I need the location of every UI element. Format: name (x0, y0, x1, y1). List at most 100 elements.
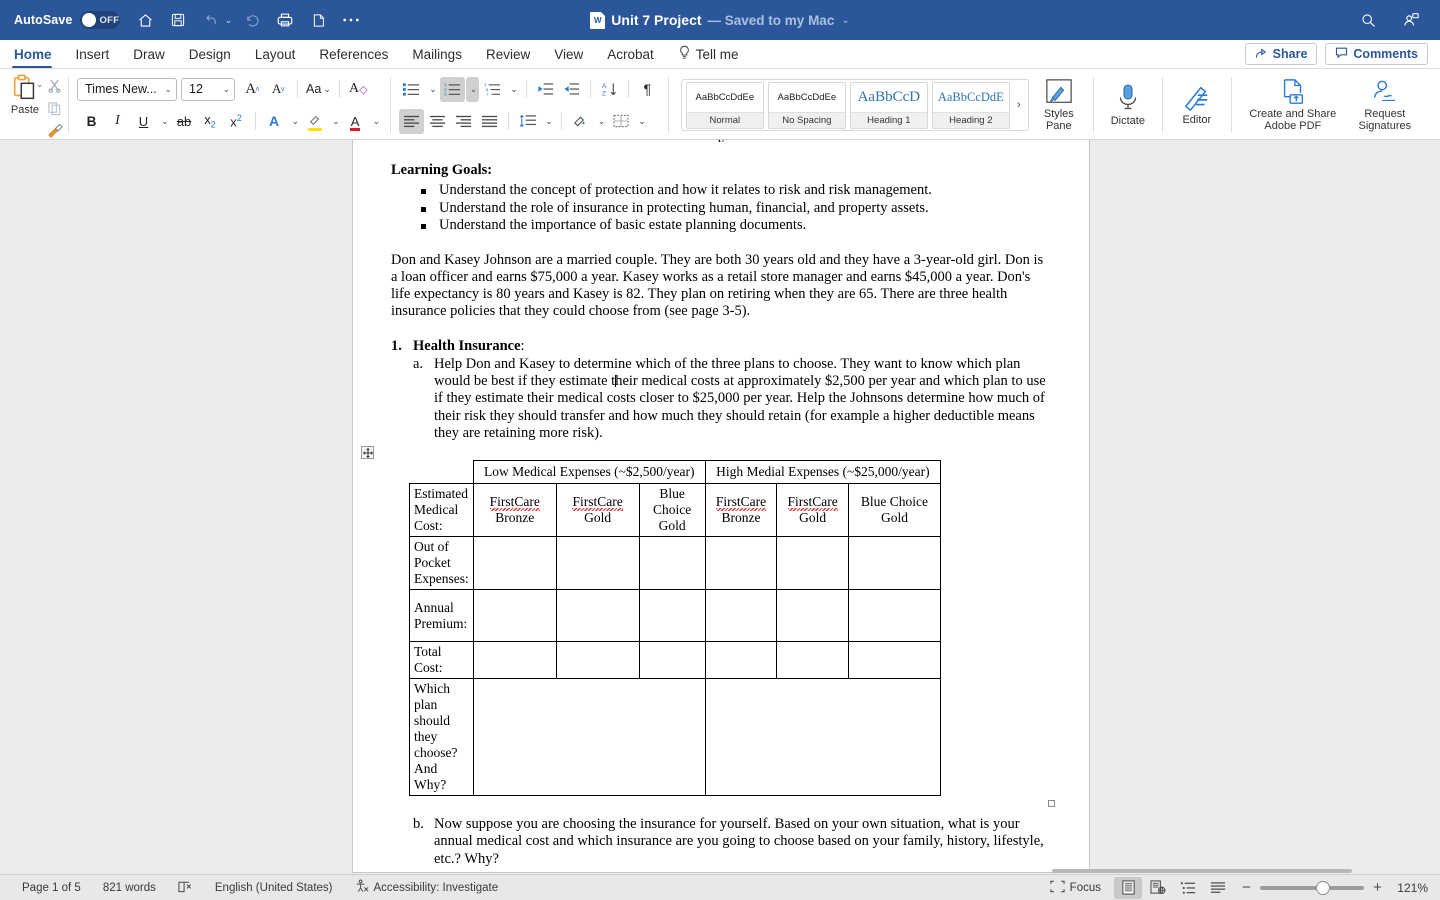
table-cell-answer-high[interactable] (704, 678, 942, 797)
table-cell-row-label-which-plan[interactable]: Which plan should they choose? And Why? (409, 678, 474, 797)
tab-review[interactable]: Review (474, 40, 542, 68)
tell-me-search[interactable]: Tell me (666, 40, 751, 68)
outline-view-button[interactable] (1174, 877, 1202, 899)
tab-insert[interactable]: Insert (64, 40, 122, 68)
highlight-dropdown-icon[interactable]: ⌄ (328, 109, 342, 134)
search-icon[interactable] (1353, 5, 1383, 35)
styles-gallery-more-icon[interactable]: › (1012, 99, 1026, 111)
page-indicator[interactable]: Page 1 of 5 (0, 882, 92, 894)
subscript-button[interactable]: x2 (198, 109, 223, 134)
table-cell-data[interactable] (638, 641, 706, 680)
text-effects-button[interactable]: A (262, 109, 287, 134)
text-effects-dropdown-icon[interactable]: ⌄ (288, 109, 302, 134)
comments-button[interactable]: Comments (1325, 43, 1428, 65)
font-color-dropdown-icon[interactable]: ⌄ (369, 109, 383, 134)
language-indicator[interactable]: English (United States) (204, 882, 344, 894)
table-cell-header-blue-choice-gold-low[interactable]: Blue Choice Gold (638, 483, 706, 538)
shading-button[interactable] (568, 109, 593, 134)
dictate-button[interactable]: Dictate (1102, 81, 1154, 129)
horizontal-scrollbar-thumb[interactable] (1052, 869, 1352, 873)
zoom-in-button[interactable]: + (1371, 879, 1384, 896)
paste-dropdown-icon[interactable]: ⌄ (36, 79, 44, 90)
tab-draw[interactable]: Draw (121, 40, 177, 68)
vertical-scrollbar[interactable] (1429, 140, 1440, 874)
request-signatures-button[interactable]: Request Signatures (1346, 76, 1424, 134)
copy-icon[interactable] (44, 98, 66, 118)
borders-dropdown-icon[interactable]: ⌄ (634, 109, 648, 134)
save-icon[interactable] (163, 5, 193, 35)
numbered-dropdown-icon[interactable]: ⌄ (465, 76, 480, 102)
table-cell-data[interactable] (555, 589, 640, 643)
style-heading-2[interactable]: AaBbCcDdE Heading 2 (931, 81, 1010, 129)
table-cell-data[interactable] (776, 536, 849, 591)
share-button[interactable]: Share (1244, 43, 1318, 65)
borders-button[interactable] (608, 109, 633, 134)
zoom-level-label[interactable]: 121% (1392, 881, 1428, 895)
tab-home[interactable]: Home (0, 40, 64, 68)
underline-button[interactable]: U (131, 109, 156, 134)
print-icon[interactable] (270, 5, 300, 35)
new-document-icon[interactable] (303, 5, 333, 35)
table-cell-header-firstcare-bronze-high[interactable]: FirstCare Bronze (704, 483, 778, 538)
table-cell-data[interactable] (704, 641, 778, 680)
save-state-dropdown-icon[interactable]: ⌄ (841, 15, 849, 26)
table-move-handle[interactable] (361, 446, 374, 460)
zoom-out-button[interactable]: − (1240, 879, 1253, 896)
multilevel-list-button[interactable]: 1ai (480, 77, 505, 102)
table-resize-handle[interactable] (1048, 800, 1055, 808)
numbered-list-button[interactable]: 123 (439, 76, 465, 102)
table-cell-group-low[interactable]: Low Medical Expenses (~$2,500/year) (472, 460, 706, 485)
table-cell-row-label-out-of-pocket[interactable]: Out of Pocket Expenses: (409, 536, 474, 591)
table-cell-header-firstcare-gold-high[interactable]: FirstCare Gold (776, 483, 849, 538)
strikethrough-button[interactable]: ab (172, 109, 197, 134)
table-cell-data[interactable] (638, 536, 706, 591)
redo-icon[interactable] (237, 5, 267, 35)
styles-pane-button[interactable]: Styles Pane (1033, 76, 1085, 134)
table-cell-data[interactable] (776, 641, 849, 680)
shading-dropdown-icon[interactable]: ⌄ (594, 109, 608, 134)
tab-references[interactable]: References (307, 40, 400, 68)
sort-button[interactable]: AZ (597, 77, 622, 102)
table-cell-header-firstcare-bronze-low[interactable]: FirstCare Bronze (472, 483, 557, 538)
table-cell-header-blue-choice-gold-high[interactable]: Blue Choice Gold (847, 483, 942, 538)
format-painter-icon[interactable] (44, 121, 66, 141)
collaborate-icon[interactable] (1396, 5, 1426, 35)
table-cell-data[interactable] (555, 536, 640, 591)
font-size-selector[interactable]: 12 ⌄ (181, 77, 235, 101)
print-layout-view-button[interactable] (1114, 876, 1142, 899)
bold-button[interactable]: B (79, 109, 104, 134)
table-cell-row-label-annual-premium[interactable]: Annual Premium: (409, 589, 474, 643)
table-cell-header-firstcare-gold-low[interactable]: FirstCare Gold (555, 483, 640, 538)
home-icon[interactable] (130, 5, 160, 35)
superscript-button[interactable]: x2 (224, 109, 249, 134)
table-cell-data[interactable] (704, 589, 778, 643)
style-heading-1[interactable]: AaBbCcD Heading 1 (849, 81, 928, 129)
table-cell-empty[interactable] (410, 461, 474, 484)
tab-design[interactable]: Design (177, 40, 243, 68)
paste-button[interactable]: Paste (10, 71, 40, 116)
proofing-status[interactable] (167, 880, 204, 896)
editor-button[interactable]: Editor (1171, 82, 1223, 128)
multilevel-dropdown-icon[interactable]: ⌄ (506, 77, 520, 102)
bullet-list-button[interactable] (399, 77, 424, 102)
decrease-indent-button[interactable] (533, 77, 558, 102)
show-formatting-marks-button[interactable]: ¶ (635, 77, 660, 102)
shrink-font-button[interactable]: A ˅ (266, 77, 291, 102)
table-cell-data[interactable] (638, 589, 706, 643)
table-cell-data[interactable] (472, 589, 557, 643)
tab-acrobat[interactable]: Acrobat (595, 40, 666, 68)
highlight-color-button[interactable] (302, 109, 327, 134)
line-spacing-button[interactable] (515, 109, 540, 134)
font-color-button[interactable]: A (343, 109, 368, 134)
zoom-slider[interactable]: − + (1234, 879, 1390, 896)
document-canvas[interactable]: y Learning Goals: Understand the concept… (0, 140, 1440, 874)
table-cell-data[interactable] (776, 589, 849, 643)
table-cell-row-header-label[interactable]: Estimated Medical Cost: (409, 483, 474, 538)
focus-mode-button[interactable]: Focus (1039, 880, 1112, 896)
create-share-adobe-pdf-button[interactable]: Create and Share Adobe PDF (1240, 76, 1346, 134)
more-commands-icon[interactable] (336, 5, 366, 35)
align-right-button[interactable] (451, 109, 476, 134)
table-cell-data[interactable] (847, 589, 942, 643)
table-cell-data[interactable] (704, 536, 778, 591)
tab-view[interactable]: View (542, 40, 595, 68)
